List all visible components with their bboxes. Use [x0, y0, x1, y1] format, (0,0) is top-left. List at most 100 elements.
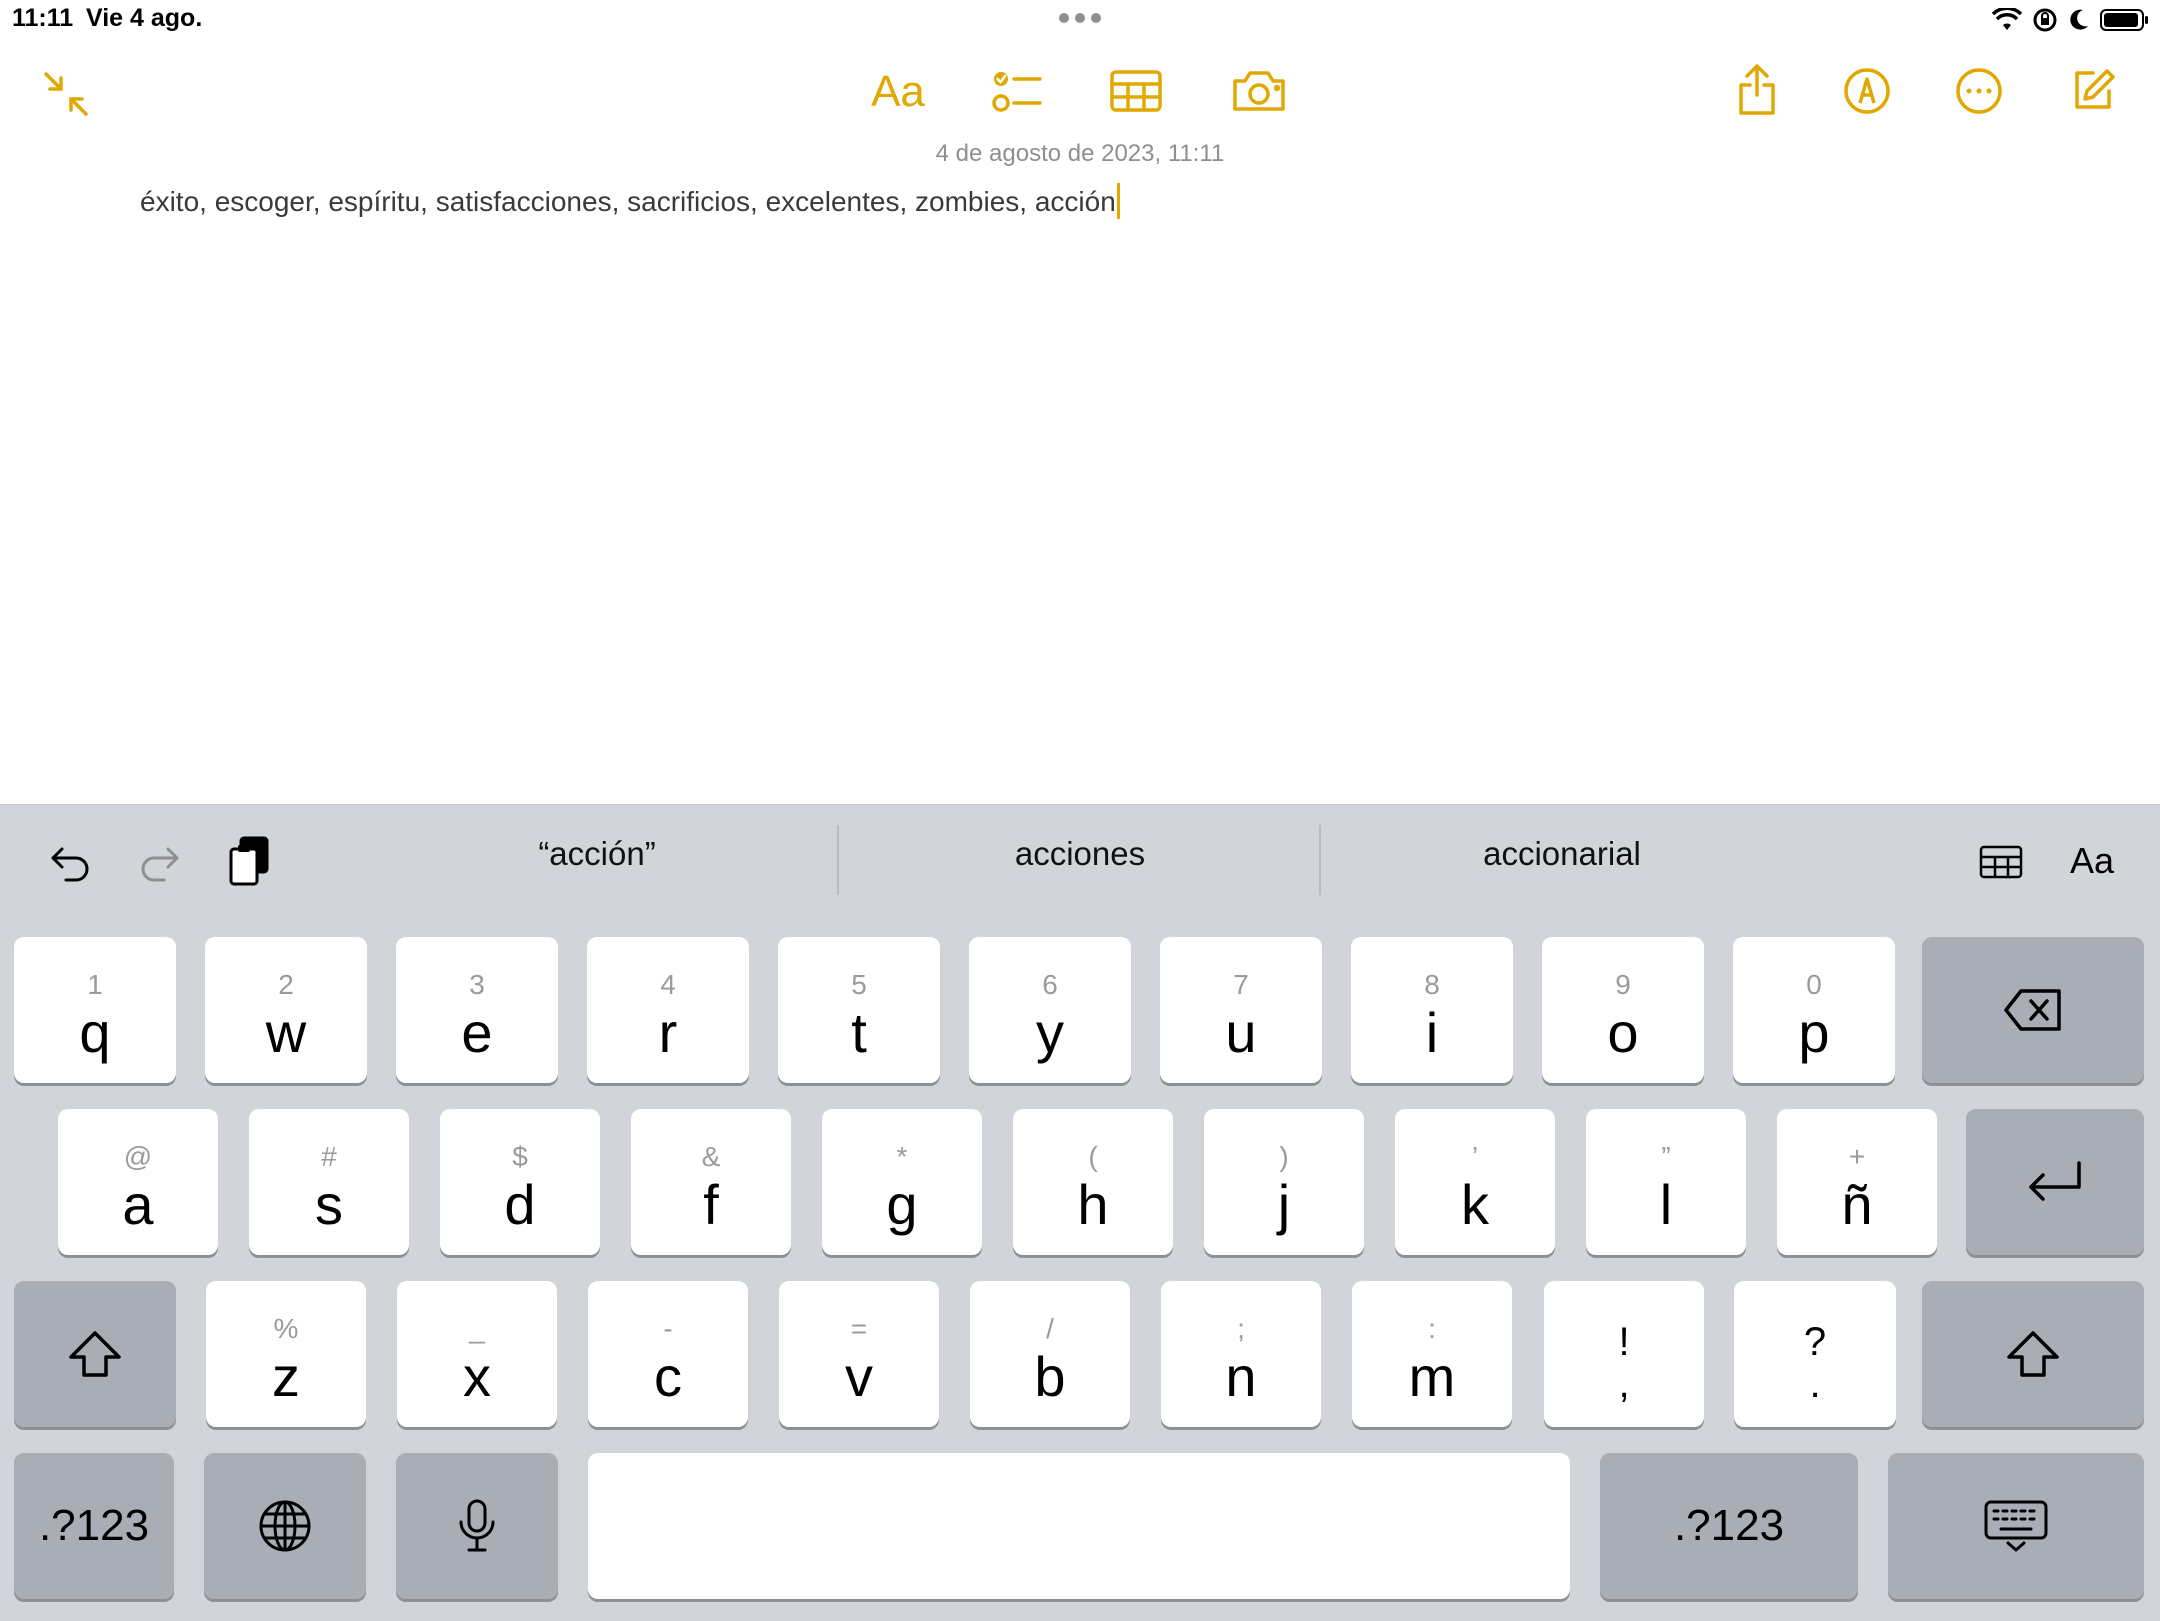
format-shortcut-button[interactable]: Aa [2064, 839, 2120, 883]
status-indicators [1992, 4, 2150, 36]
return-key[interactable] [1966, 1109, 2144, 1255]
collapse-icon[interactable] [40, 68, 92, 120]
suggestion-1[interactable]: “acción” [362, 835, 832, 873]
key-label: w [265, 1001, 307, 1064]
key-label: n [1225, 1345, 1257, 1408]
key-label: i [1425, 1001, 1439, 1064]
shift-key-right[interactable] [1922, 1281, 2144, 1427]
key-alt-label: & [701, 1141, 721, 1172]
key-k[interactable]: ’ k [1395, 1109, 1555, 1255]
key-x[interactable]: _ x [397, 1281, 557, 1427]
key-bottom: . [1809, 1362, 1821, 1406]
key-z[interactable]: % z [206, 1281, 366, 1427]
key-alt-label: - [663, 1313, 673, 1344]
key-a[interactable]: @ a [58, 1109, 218, 1255]
key-u[interactable]: 7u [1160, 937, 1322, 1083]
redo-icon[interactable] [136, 841, 184, 885]
key-label: o [1607, 1001, 1639, 1064]
key-exclamation-comma[interactable]: !, [1544, 1281, 1704, 1427]
suggestion-2[interactable]: acciones [845, 835, 1315, 873]
numbers-key-right[interactable]: .?123 [1600, 1453, 1858, 1599]
suggestion-3[interactable]: accionarial [1327, 835, 1797, 873]
key-label: a [122, 1173, 154, 1236]
key-alt-label: = [850, 1313, 868, 1344]
key-e[interactable]: 3e [396, 937, 558, 1083]
more-icon[interactable] [1954, 66, 2004, 116]
key-top: ? [1803, 1320, 1827, 1364]
key-alt-label: # [321, 1141, 337, 1172]
shift-key-left[interactable] [14, 1281, 176, 1427]
format-icon: Aa [871, 67, 925, 116]
key-v[interactable]: = v [779, 1281, 939, 1427]
key-n[interactable]: ; n [1161, 1281, 1321, 1427]
key-m[interactable]: :m [1352, 1281, 1512, 1427]
checklist-icon[interactable] [990, 66, 1046, 116]
key-alt-label: ; [1237, 1313, 1245, 1344]
key-f[interactable]: & f [631, 1109, 791, 1255]
key-alt-label: 3 [469, 969, 485, 1000]
key-h[interactable]: (h [1013, 1109, 1173, 1255]
dictation-key[interactable] [396, 1453, 558, 1599]
format-text-button[interactable]: Aa [868, 66, 928, 118]
numbers-key-left[interactable]: .?123 [14, 1453, 174, 1599]
key-q[interactable]: 1q [14, 937, 176, 1083]
delete-key[interactable] [1922, 937, 2144, 1083]
key-ñ[interactable]: + ñ [1777, 1109, 1937, 1255]
undo-icon[interactable] [46, 841, 94, 885]
insert-table-icon[interactable] [1978, 843, 2024, 881]
note-body[interactable]: éxito, escoger, espíritu, satisfacciones… [140, 183, 1120, 219]
numbers-label: .?123 [1673, 1501, 1785, 1550]
key-l[interactable]: ” l [1586, 1109, 1746, 1255]
key-d[interactable]: $ d [440, 1109, 600, 1255]
text-cursor [1116, 183, 1120, 219]
key-label: d [504, 1173, 536, 1236]
keyboard: “acción” acciones accionarial Aa 1q2w3e4… [0, 804, 2160, 1621]
note-text[interactable]: éxito, escoger, espíritu, satisfacciones… [140, 186, 1116, 217]
key-label: x [463, 1345, 491, 1408]
paste-icon[interactable] [224, 833, 274, 889]
globe-icon [259, 1500, 311, 1552]
table-icon[interactable] [1108, 68, 1164, 114]
shortcut-bar: “acción” acciones accionarial Aa [0, 805, 2160, 915]
multitasking-dots-icon[interactable] [1058, 12, 1102, 24]
share-icon[interactable] [1734, 62, 1780, 118]
dismiss-keyboard-key[interactable] [1888, 1453, 2144, 1599]
key-i[interactable]: 8i [1351, 937, 1513, 1083]
globe-key[interactable] [204, 1453, 366, 1599]
suggestion-divider [837, 825, 839, 895]
key-alt-label: 7 [1233, 969, 1249, 1000]
key-alt-label: ’ [1471, 1141, 1479, 1172]
compose-icon[interactable] [2070, 66, 2118, 114]
key-w[interactable]: 2w [205, 937, 367, 1083]
keyboard-hide-icon [1984, 1500, 2048, 1552]
key-c[interactable]: -c [588, 1281, 748, 1427]
microphone-icon [459, 1499, 495, 1552]
key-alt-label: 4 [660, 969, 676, 1000]
key-b[interactable]: / b [970, 1281, 1130, 1427]
key-alt-label: 5 [851, 969, 867, 1000]
space-key[interactable] [588, 1453, 1570, 1599]
return-icon [2029, 1161, 2081, 1201]
key-y[interactable]: 6y [969, 937, 1131, 1083]
key-r[interactable]: 4r [587, 937, 749, 1083]
camera-icon[interactable] [1230, 66, 1288, 116]
shift-icon [2007, 1331, 2059, 1377]
markup-icon[interactable] [1842, 66, 1892, 116]
key-j[interactable]: ) j [1204, 1109, 1364, 1255]
suggestion-divider [1319, 825, 1321, 895]
status-time: 11:11 [12, 4, 74, 32]
key-alt-label: $ [512, 1141, 528, 1172]
key-label: u [1225, 1001, 1257, 1064]
key-p[interactable]: 0p [1733, 937, 1895, 1083]
key-label: f [703, 1173, 719, 1236]
key-question-period[interactable]: ?. [1734, 1281, 1896, 1427]
key-g[interactable]: * g [822, 1109, 982, 1255]
key-s[interactable]: # s [249, 1109, 409, 1255]
key-label: e [461, 1001, 493, 1064]
backspace-icon [2004, 989, 2061, 1031]
key-label: j [1277, 1173, 1291, 1236]
key-t[interactable]: 5t [778, 937, 940, 1083]
key-o[interactable]: 9o [1542, 937, 1704, 1083]
status-bar: 11:11 Vie 4 ago. [0, 0, 2160, 40]
key-label: v [845, 1345, 873, 1408]
